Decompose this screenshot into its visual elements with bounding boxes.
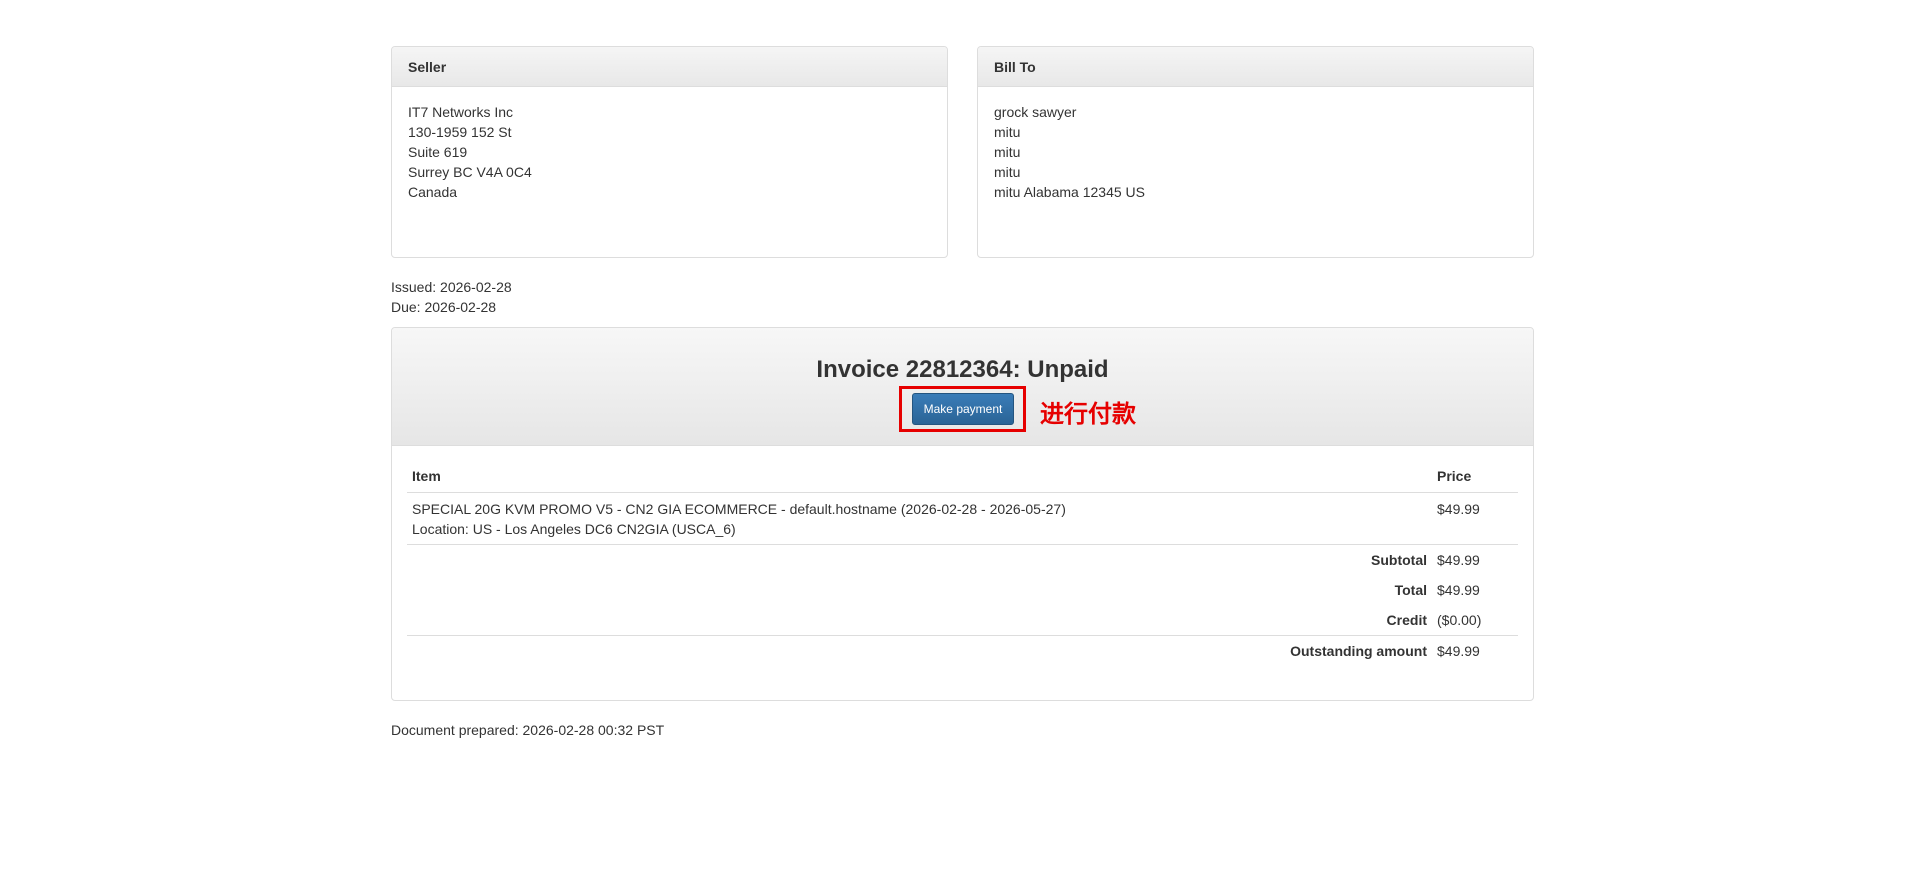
invoice-panel: Invoice 22812364: Unpaid Make payment 进行… (391, 327, 1534, 701)
annotation-label: 进行付款 (1040, 400, 1136, 428)
seller-line: 130-1959 152 St (408, 124, 512, 140)
outstanding-label: Outstanding amount (407, 635, 1432, 666)
table-row: SPECIAL 20G KVM PROMO V5 - CN2 GIA ECOMM… (407, 492, 1518, 545)
bill-to-line: mitu Alabama 12345 US (994, 184, 1145, 200)
item-column-header: Item (407, 460, 1432, 493)
seller-line: Suite 619 (408, 144, 468, 160)
item-name: SPECIAL 20G KVM PROMO V5 - CN2 GIA ECOMM… (412, 501, 1066, 517)
invoice-heading: Invoice 22812364: Unpaid Make payment 进行… (392, 328, 1533, 446)
total-row: Total $49.99 (407, 575, 1518, 605)
credit-value: ($0.00) (1437, 612, 1482, 628)
seller-line: Canada (408, 184, 458, 200)
bill-to-heading: Bill To (978, 47, 1533, 87)
bill-to-line: mitu (994, 124, 1021, 140)
invoice-title: Invoice 22812364: Unpaid (816, 356, 1109, 383)
item-price: $49.99 (1432, 492, 1518, 545)
bill-to-line: mitu (994, 164, 1021, 180)
issued-date: Issued: 2026-02-28 (391, 279, 512, 295)
credit-label: Credit (1386, 612, 1427, 628)
item-description: SPECIAL 20G KVM PROMO V5 - CN2 GIA ECOMM… (407, 492, 1432, 545)
bill-to-address: grock sawyer mitu mitu mitu mitu Alabama… (978, 87, 1533, 217)
subtotal-row: Subtotal $49.99 (407, 545, 1518, 576)
due-date: Due: 2026-02-28 (391, 299, 497, 315)
total-value: $49.99 (1437, 582, 1480, 598)
bill-to-line: grock sawyer (994, 104, 1077, 120)
table-header-row: Item Price (407, 460, 1518, 493)
seller-panel: Seller IT7 Networks Inc 130-1959 152 St … (391, 46, 948, 258)
make-payment-button[interactable]: Make payment (912, 393, 1014, 425)
total-label: Total (1394, 582, 1427, 598)
subtotal-label: Subtotal (1371, 552, 1427, 568)
document-prepared: Document prepared: 2026-02-28 00:32 PST (391, 722, 665, 738)
bill-to-panel: Bill To grock sawyer mitu mitu mitu mitu… (977, 46, 1534, 258)
seller-line: Surrey BC V4A 0C4 (408, 164, 532, 180)
invoice-items-table: Item Price SPECIAL 20G KVM PROMO V5 - CN… (407, 460, 1518, 666)
seller-line: IT7 Networks Inc (408, 104, 514, 120)
outstanding-value: $49.99 (1432, 635, 1518, 666)
item-location: Location: US - Los Angeles DC6 CN2GIA (U… (412, 521, 736, 537)
subtotal-value: $49.99 (1437, 552, 1480, 568)
seller-address: IT7 Networks Inc 130-1959 152 St Suite 6… (392, 87, 947, 217)
invoice-dates: Issued: 2026-02-28 Due: 2026-02-28 (391, 277, 512, 317)
invoice-page: Seller IT7 Networks Inc 130-1959 152 St … (0, 0, 1914, 894)
seller-heading: Seller (392, 47, 947, 87)
credit-row: Credit ($0.00) (407, 605, 1518, 636)
price-column-header: Price (1432, 460, 1518, 493)
bill-to-line: mitu (994, 144, 1021, 160)
outstanding-row: Outstanding amount $49.99 (407, 635, 1518, 666)
